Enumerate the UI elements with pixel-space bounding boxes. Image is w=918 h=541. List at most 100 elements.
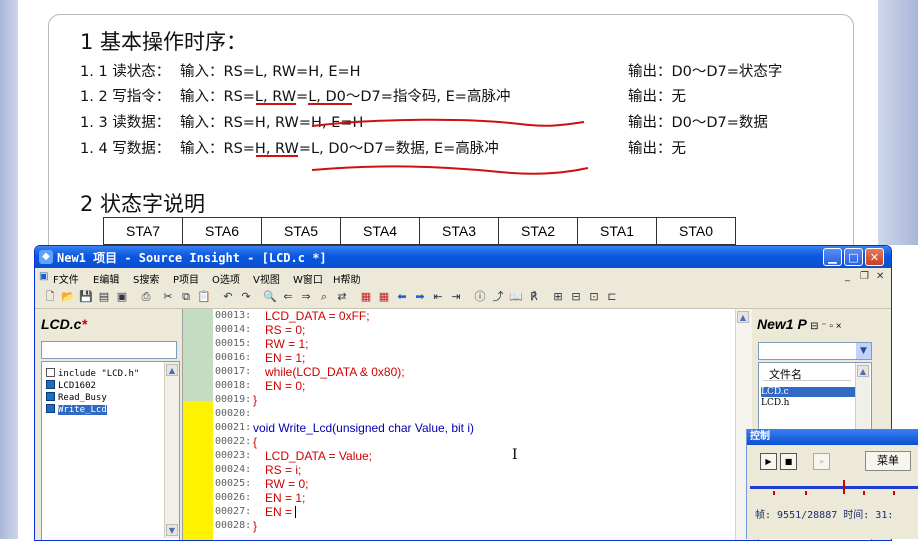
copy-icon[interactable]: ⧉ (179, 290, 193, 304)
cut-icon[interactable]: ✂ (161, 290, 175, 304)
symbol-list[interactable]: include "LCD.h" LCD1602 Read_Busy Write_… (41, 361, 180, 540)
project-view-select[interactable]: ▼ (758, 342, 872, 360)
stop-button[interactable]: ■ (780, 453, 797, 470)
code-line[interactable]: { (253, 435, 257, 449)
menu-help[interactable]: H帮助 (333, 271, 361, 286)
row-3-label: 1. 3 读数据： (80, 115, 171, 131)
line-number: 00022: (215, 436, 252, 447)
save-all-icon[interactable]: ▤ (97, 290, 111, 304)
scroll-up-icon[interactable]: ▲ (737, 311, 749, 323)
bookmark-icon[interactable]: ▦ (359, 290, 373, 304)
code-line[interactable]: } (253, 519, 257, 533)
find-icon[interactable]: 🔍 (263, 290, 277, 304)
function-icon (46, 404, 55, 413)
line-number: 00025: (215, 478, 252, 489)
layout-icon-2[interactable]: ⊟ (569, 290, 583, 304)
line-number: 00020: (215, 408, 252, 419)
back-arrow-icon[interactable]: ⬅ (395, 290, 409, 304)
row-4-label: 1. 4 写数据： (80, 141, 171, 157)
menu-project[interactable]: P项目 (173, 271, 199, 286)
step-forward-button[interactable]: » (813, 453, 830, 470)
relation-icon[interactable]: ℟ (527, 290, 541, 304)
menu-file[interactable]: F文件 (53, 271, 79, 286)
menu-window[interactable]: W窗口 (293, 271, 323, 286)
playback-progress-track[interactable] (750, 486, 918, 489)
symbol-item-selected[interactable]: Write_Lcd (46, 404, 107, 415)
menu-button[interactable]: 菜单 (865, 451, 911, 471)
symbol-item[interactable]: Read_Busy (46, 392, 107, 403)
layout-icon-3[interactable]: ⊡ (587, 290, 601, 304)
pane-controls-icon[interactable]: ⊟ ⁻ ▫ × (810, 321, 841, 332)
symbol-item[interactable]: include "LCD.h" (46, 368, 139, 379)
maximize-button[interactable]: □ (844, 248, 863, 266)
find-next-icon[interactable]: ⇒ (299, 290, 313, 304)
replace-icon[interactable]: ⇄ (335, 290, 349, 304)
indent-left-icon[interactable]: ⇤ (431, 290, 445, 304)
code-line[interactable]: RW = 1; (265, 337, 308, 351)
doc-icon[interactable]: ▣ (39, 271, 48, 282)
code-line[interactable]: EN = 1; (265, 491, 305, 505)
undo-icon[interactable]: ↶ (221, 290, 235, 304)
code-line[interactable]: while(LCD_DATA & 0x80); (265, 365, 405, 379)
mdi-close-icon[interactable]: ✕ (876, 271, 884, 282)
symbol-info-icon[interactable]: ⓘ (473, 290, 487, 304)
project-file-item[interactable]: LCD.c (761, 387, 857, 397)
code-line[interactable]: } (253, 393, 257, 407)
code-line[interactable]: EN = 1; (265, 351, 305, 365)
search-files-icon[interactable]: ⌕ (317, 290, 331, 304)
scroll-up-icon[interactable]: ▲ (166, 364, 178, 376)
book-icon[interactable]: 📖 (509, 290, 523, 304)
symbol-filter-input[interactable] (41, 341, 177, 359)
mdi-restore-icon[interactable]: ❐ (860, 271, 869, 282)
scroll-down-icon[interactable]: ▼ (166, 524, 178, 536)
close-button[interactable]: ✕ (865, 248, 884, 266)
function-icon (46, 380, 55, 389)
find-prev-icon[interactable]: ⇐ (281, 290, 295, 304)
menu-view[interactable]: V视图 (253, 271, 280, 286)
code-line[interactable]: RS = 0; (265, 323, 305, 337)
menu-options[interactable]: O选项 (212, 271, 240, 286)
code-line[interactable]: void Write_Lcd(unsigned char Value, bit … (253, 421, 474, 435)
code-line[interactable]: RW = 0; (265, 477, 308, 491)
title-bar[interactable]: ◆ New1 项目 - Source Insight - [LCD.c *] ▁… (35, 246, 891, 268)
code-editor[interactable]: 00013: LCD_DATA = 0xFF; 00014: RS = 0; 0… (213, 309, 735, 540)
row-4-input: 输入：RS=H, RW=L, D0～D7=数据, E=高脉冲 (180, 141, 499, 157)
indent-right-icon[interactable]: ⇥ (449, 290, 463, 304)
symbol-list-scrollbar[interactable]: ▲ ▼ (164, 362, 179, 538)
minimize-button[interactable]: ▁ (823, 248, 842, 266)
print-icon[interactable]: ⎙ (139, 290, 153, 304)
new-file-icon[interactable]: 🗋 (43, 290, 57, 304)
modified-mark: * (81, 316, 87, 332)
code-line[interactable]: RS = i; (265, 463, 301, 477)
sta-cell: STA3 (419, 217, 499, 245)
scroll-up-icon[interactable]: ▲ (857, 365, 869, 377)
code-line-current[interactable]: EN = (265, 505, 297, 519)
menu-edit[interactable]: E编辑 (93, 271, 119, 286)
forward-arrow-icon[interactable]: ➡ (413, 290, 427, 304)
redo-icon[interactable]: ↷ (239, 290, 253, 304)
symbol-item[interactable]: LCD1602 (46, 380, 96, 391)
project-file-item[interactable]: LCD.h (761, 398, 789, 408)
jump-icon[interactable]: ⤴ (491, 290, 505, 304)
line-number: 00014: (215, 324, 252, 335)
save-icon[interactable]: 💾 (79, 290, 93, 304)
layout-icon-4[interactable]: ⊏ (605, 290, 619, 304)
play-button[interactable]: ▶ (760, 453, 777, 470)
file-name-column-header[interactable]: 文件名 (763, 366, 851, 381)
bookmark-next-icon[interactable]: ▦ (377, 290, 391, 304)
menu-search[interactable]: S搜索 (133, 271, 159, 286)
close-doc-icon[interactable]: ▣ (115, 290, 129, 304)
playback-position-thumb[interactable] (843, 480, 845, 494)
open-folder-icon[interactable]: 📂 (61, 290, 75, 304)
code-line[interactable]: LCD_DATA = Value; (265, 449, 372, 463)
code-line[interactable]: EN = 0; (265, 379, 305, 393)
line-number: 00018: (215, 380, 252, 391)
layout-icon-1[interactable]: ⊞ (551, 290, 565, 304)
editor-gutter (183, 309, 213, 540)
sta-cell: STA6 (182, 217, 262, 245)
chevron-down-icon[interactable]: ▼ (856, 343, 871, 359)
code-line[interactable]: LCD_DATA = 0xFF; (265, 309, 370, 323)
paste-icon[interactable]: 📋 (197, 290, 211, 304)
app-icon[interactable]: ◆ (39, 250, 53, 264)
mdi-minimize-icon[interactable]: _ (845, 271, 850, 282)
